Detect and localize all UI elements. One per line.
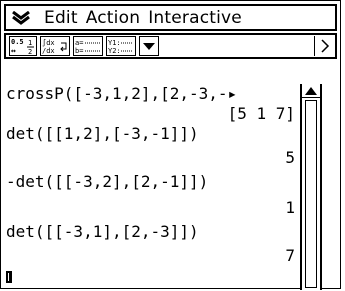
svg-text:Y1:: Y1:	[108, 39, 121, 47]
svg-text:/dx: /dx	[42, 47, 55, 55]
input-line-3[interactable]: -det([[-3,2],[2,-1]])	[6, 173, 208, 191]
svg-text:1: 1	[28, 39, 32, 47]
menu-edit[interactable]: Edit	[44, 8, 78, 28]
input-line-2[interactable]: det([[1,2],[-3,-1]])	[6, 125, 199, 143]
input-line-1[interactable]: crossP([-3,1,2],[2,-3,-▸	[6, 85, 237, 103]
svg-text:Y2:: Y2:	[108, 47, 121, 55]
svg-text:b=: b=	[75, 47, 83, 55]
chevron-down-double-icon[interactable]	[6, 6, 36, 29]
output-line-2: 5	[285, 148, 295, 167]
fraction-decimal-toggle-button[interactable]: 0.5 ↔ 1 2	[9, 36, 37, 56]
menu-action[interactable]: Action	[86, 8, 140, 28]
chevron-right-icon	[320, 39, 329, 53]
menu-interactive[interactable]: Interactive	[148, 8, 242, 28]
toolbar: 0.5 ↔ 1 2 ∫dx /dx a= b= Y1: Y2:	[4, 33, 337, 59]
right-border	[320, 84, 325, 290]
svg-text:↔: ↔	[11, 46, 16, 55]
menu-bar: Edit Action Interactive	[4, 4, 337, 31]
assignment-button[interactable]: a= b=	[73, 36, 103, 56]
integral-derivative-button[interactable]: ∫dx /dx	[40, 36, 70, 56]
graph-function-button[interactable]: Y1: Y2:	[106, 36, 136, 56]
fraction-decimal-toggle-icon: 0.5 ↔ 1 2	[11, 38, 34, 55]
scroll-up-button[interactable]	[302, 84, 320, 98]
svg-text:∫dx: ∫dx	[42, 38, 55, 47]
triangle-up-icon	[305, 86, 317, 95]
output-line-4: 7	[285, 246, 295, 265]
toolbar-scroll-right-button[interactable]	[314, 36, 334, 56]
toolbar-dropdown-button[interactable]	[139, 36, 159, 56]
scroll-track[interactable]	[305, 100, 317, 288]
output-line-1: [5 1 7]	[227, 104, 295, 123]
input-line-4[interactable]: det([[-3,1],[2,-3]])	[6, 223, 199, 241]
calculator-screen: Edit Action Interactive 0.5 ↔ 1 2 ∫dx /d…	[0, 0, 341, 290]
output-line-3: 1	[285, 198, 295, 217]
text-cursor	[6, 271, 12, 283]
dropdown-arrow-icon	[143, 43, 155, 50]
svg-text:0.5: 0.5	[11, 38, 24, 46]
svg-text:2: 2	[28, 48, 32, 55]
integral-derivative-icon: ∫dx /dx	[42, 38, 67, 55]
vertical-scrollbar[interactable]	[300, 84, 320, 290]
svg-text:a=: a=	[75, 39, 83, 47]
graph-function-icon: Y1: Y2:	[108, 39, 133, 55]
assignment-icon: a= b=	[75, 39, 100, 55]
